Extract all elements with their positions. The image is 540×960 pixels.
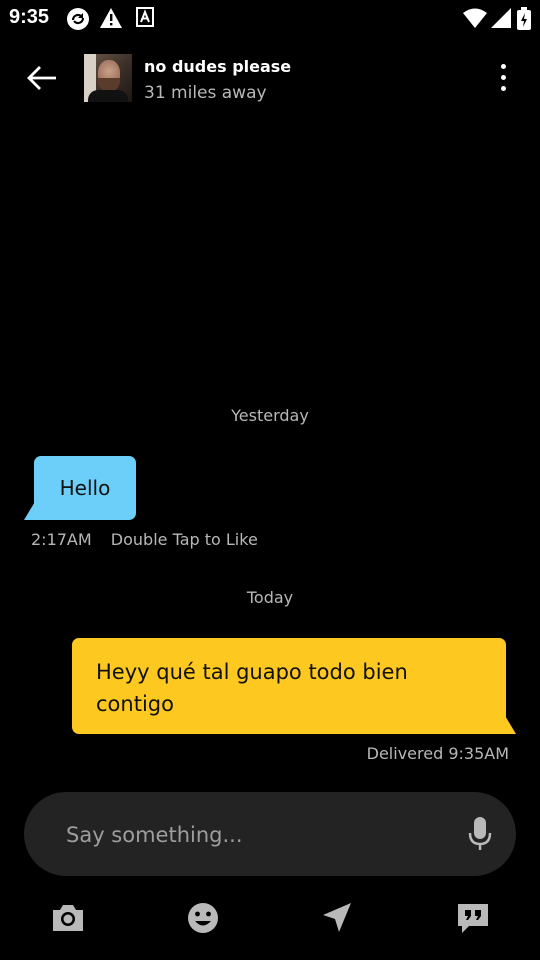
incoming-message-text: Hello — [59, 476, 111, 500]
warning-icon — [100, 8, 122, 28]
contact-distance: 31 miles away — [144, 83, 267, 103]
incoming-message-meta: 2:17AM Double Tap to Like — [31, 530, 258, 549]
status-time: 9:35 — [9, 6, 50, 28]
back-arrow-icon[interactable] — [26, 64, 58, 92]
double-tap-like-hint: Double Tap to Like — [110, 530, 258, 549]
wifi-icon — [463, 8, 487, 28]
date-separator-today: Today — [246, 588, 294, 607]
camera-icon[interactable] — [50, 900, 86, 936]
emoji-icon[interactable] — [185, 900, 221, 936]
status-bar: 9:35 — [0, 0, 540, 36]
signal-icon — [491, 8, 511, 28]
outgoing-message-bubble[interactable]: Heyy qué tal guapo todo bien contigo — [72, 638, 506, 734]
message-input[interactable] — [64, 814, 448, 856]
incoming-message-time: 2:17AM — [31, 530, 92, 549]
message-composer — [24, 792, 516, 876]
incoming-message-bubble[interactable]: Hello — [34, 456, 136, 520]
date-separator-yesterday: Yesterday — [231, 406, 309, 425]
more-vert-icon[interactable] — [494, 62, 514, 94]
avatar[interactable] — [84, 54, 132, 102]
battery-icon — [517, 7, 531, 30]
outgoing-message-status: Delivered 9:35AM — [366, 744, 509, 763]
microphone-icon[interactable] — [468, 816, 492, 852]
contact-name[interactable]: no dudes please — [144, 57, 291, 76]
location-send-icon[interactable] — [319, 900, 355, 936]
font-a-icon — [136, 7, 154, 27]
saved-phrases-icon[interactable] — [455, 900, 491, 936]
chat-header: no dudes please 31 miles away — [0, 36, 540, 120]
outgoing-message-text: Heyy qué tal guapo todo bien contigo — [96, 660, 408, 716]
sync-icon — [67, 8, 89, 30]
